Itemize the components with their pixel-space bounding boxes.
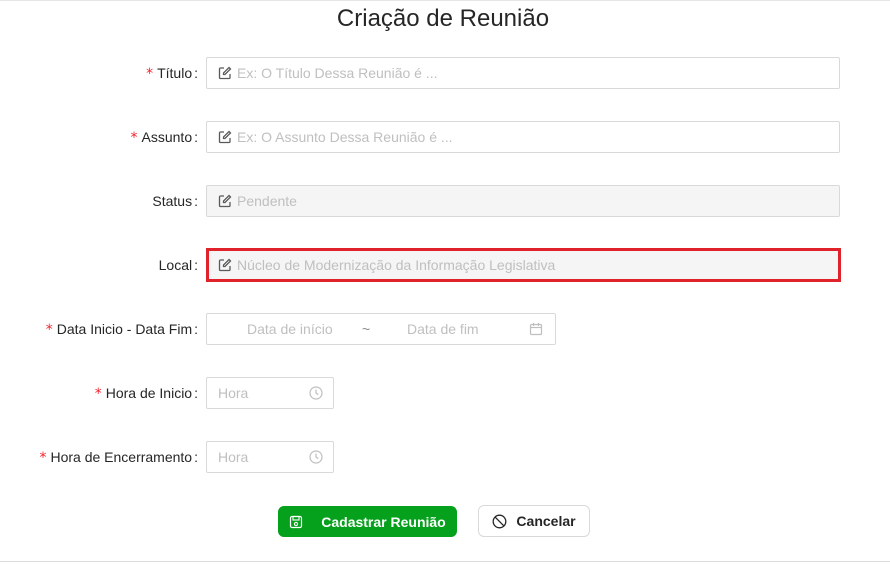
cancelar-button[interactable]: Cancelar (478, 505, 590, 537)
page-title: Criação de Reunião (336, 5, 550, 32)
data-row: * Data Inicio - Data Fim: Data de início … (0, 313, 890, 345)
end-date-input[interactable]: Data de fim (407, 314, 479, 344)
cadastrar-reuniao-label: Cadastrar Reunião (321, 513, 446, 530)
local-label: Local: (159, 249, 198, 281)
status-row: Status: Pendente (0, 185, 890, 217)
edit-icon (218, 66, 232, 80)
local-label-text: Local (158, 257, 193, 273)
hora-encerramento-picker[interactable]: Hora (206, 441, 334, 473)
hora-encerramento-placeholder: Hora (218, 449, 249, 465)
local-row: Local: Núcleo de Modernização da Informa… (0, 248, 890, 282)
titulo-row: * Título: Ex: O Título Dessa Reunião é ..… (0, 57, 890, 89)
cadastrar-reuniao-button[interactable]: Cadastrar Reunião (278, 506, 457, 537)
start-date-input[interactable]: Data de início (247, 314, 333, 344)
stop-icon (492, 514, 507, 529)
label-colon: : (194, 449, 198, 465)
edit-icon (218, 194, 232, 208)
local-input: Núcleo de Modernização da Informação Leg… (206, 248, 841, 282)
titulo-input[interactable]: Ex: O Título Dessa Reunião é ... (206, 57, 840, 89)
hora-inicio-placeholder: Hora (218, 385, 249, 401)
assunto-label: * Assunto: (131, 121, 198, 153)
edit-icon (218, 258, 232, 272)
label-colon: : (194, 257, 198, 273)
required-mark: * (39, 450, 47, 466)
cancelar-label: Cancelar (516, 513, 576, 529)
bottom-divider (0, 561, 890, 562)
status-value: Pendente (237, 193, 297, 209)
hora-encerramento-label: * Hora de Encerramento: (39, 441, 198, 473)
edit-icon (218, 130, 232, 144)
label-colon: : (194, 193, 198, 209)
hora-encerramento-label-text: Hora de Encerramento (50, 449, 193, 465)
required-mark: * (94, 386, 102, 402)
top-divider (0, 0, 890, 1)
local-value: Núcleo de Modernização da Informação Leg… (237, 257, 556, 273)
hora-inicio-label-text: Hora de Inicio (105, 385, 193, 401)
label-colon: : (194, 385, 198, 401)
hora-encerramento-row: * Hora de Encerramento: Hora (0, 441, 890, 473)
label-colon: : (194, 129, 198, 145)
required-mark: * (130, 130, 138, 146)
status-label-text: Status (152, 193, 193, 209)
status-input: Pendente (206, 185, 840, 217)
titulo-label-text: Título (157, 65, 193, 81)
assunto-row: * Assunto: Ex: O Assunto Dessa Reunião é … (0, 121, 890, 153)
required-mark: * (146, 66, 154, 82)
range-separator: ~ (362, 321, 371, 337)
hora-inicio-row: * Hora de Inicio: Hora (0, 377, 890, 409)
date-range-picker[interactable]: Data de início ~ Data de fim (206, 313, 556, 345)
clock-icon (309, 450, 323, 464)
status-label: Status: (152, 185, 198, 217)
titulo-label: * Título: (146, 57, 198, 89)
assunto-label-text: Assunto (141, 129, 193, 145)
label-colon: : (194, 321, 198, 337)
titulo-placeholder: Ex: O Título Dessa Reunião é ... (237, 65, 438, 81)
assunto-placeholder: Ex: O Assunto Dessa Reunião é ... (237, 129, 453, 145)
label-colon: : (194, 65, 198, 81)
calendar-icon[interactable] (529, 322, 543, 336)
save-icon (289, 515, 303, 529)
data-label-text: Data Inicio - Data Fim (56, 321, 193, 337)
required-mark: * (45, 322, 53, 338)
hora-inicio-label: * Hora de Inicio: (95, 377, 198, 409)
clock-icon (309, 386, 323, 400)
hora-inicio-picker[interactable]: Hora (206, 377, 334, 409)
data-label: * Data Inicio - Data Fim: (46, 313, 198, 345)
assunto-input[interactable]: Ex: O Assunto Dessa Reunião é ... (206, 121, 840, 153)
